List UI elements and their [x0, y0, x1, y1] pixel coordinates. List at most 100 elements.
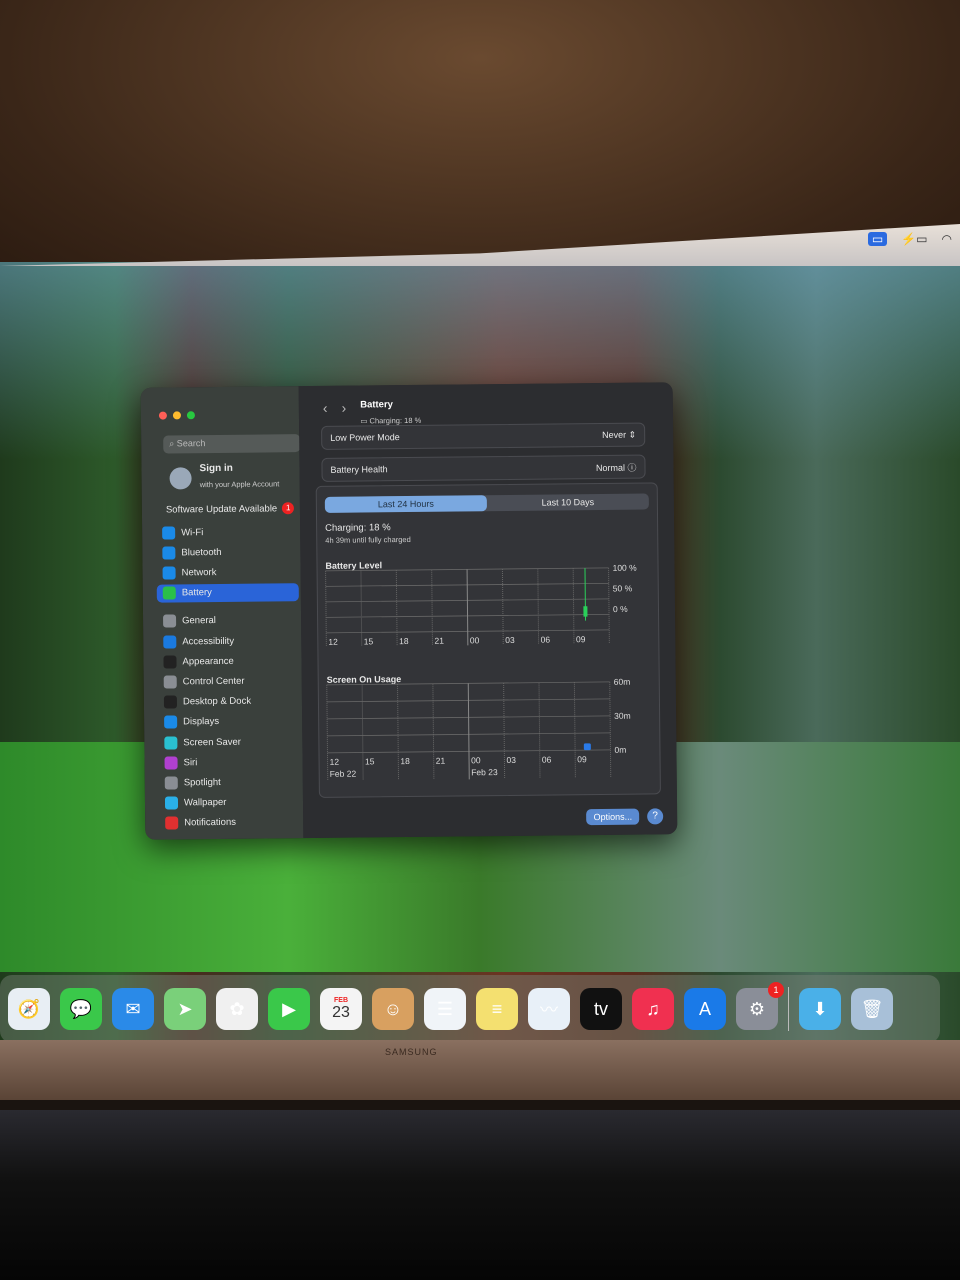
x-tick-label: 00: [470, 635, 480, 645]
tab-last-24-hours[interactable]: Last 24 Hours: [324, 495, 487, 513]
vertical-gridline: [431, 569, 433, 646]
battery-charging-icon[interactable]: ⚡▭: [901, 232, 927, 246]
sidebar-item-general[interactable]: General: [157, 611, 299, 630]
gear-icon: [163, 614, 177, 628]
sidebar-item-label: Appearance: [182, 655, 234, 668]
sidebar-item-accessibility[interactable]: Accessibility: [157, 631, 299, 650]
dock-maps[interactable]: ➤: [164, 988, 206, 1030]
signin-subtitle: with your Apple Account: [199, 479, 280, 490]
dock-downloads[interactable]: ⬇: [799, 988, 841, 1030]
app-store-icon: A: [698, 998, 711, 1019]
battery-charging-icon: ▭: [360, 416, 370, 426]
safari-icon: 🧭: [17, 998, 41, 1019]
x-tick-label: 03: [506, 755, 516, 765]
screen-mirroring-icon[interactable]: ▭: [867, 232, 888, 246]
sidebar-item-label: Accessibility: [182, 635, 235, 647]
forward-button[interactable]: ›: [341, 400, 346, 416]
sidebar-item-displays[interactable]: Displays: [158, 712, 300, 731]
dock-calendar[interactable]: FEB 23: [320, 988, 362, 1030]
dock-photos[interactable]: ✿: [216, 988, 258, 1030]
sidebar-item-wallpaper[interactable]: Wallpaper: [159, 793, 301, 812]
reminders-icon: ☰: [436, 998, 454, 1019]
dock-trash[interactable]: 🗑: [851, 988, 893, 1030]
desk: [0, 1110, 960, 1280]
low-power-value: Never: [602, 429, 627, 440]
y-tick-label: 30m: [614, 711, 631, 721]
dock-mail[interactable]: ✉: [112, 988, 154, 1030]
tab-last-10-days[interactable]: Last 10 Days: [487, 493, 649, 511]
x-tick-label: 18: [400, 756, 410, 766]
dock-contacts[interactable]: ☺: [372, 988, 414, 1030]
screen-usage-bar[interactable]: [583, 743, 591, 751]
sidebar-item-network[interactable]: Network: [156, 563, 298, 582]
minimize-button[interactable]: [172, 411, 181, 420]
sidebar-item-wi-fi[interactable]: Wi-Fi: [156, 522, 298, 541]
help-button[interactable]: ?: [647, 808, 664, 825]
x-tick-label: 12: [330, 757, 340, 767]
wifi-icon[interactable]: ◠: [942, 232, 952, 246]
sidebar-item-label: Control Center: [182, 675, 245, 688]
sidebar-item-control-center[interactable]: Control Center: [158, 672, 300, 691]
sidebar-item-label: Network: [181, 566, 217, 579]
dock-facetime[interactable]: ▶: [268, 988, 310, 1030]
dock-apple-tv[interactable]: tv: [580, 988, 622, 1030]
software-update-item[interactable]: Software Update Available 1: [166, 502, 295, 515]
vertical-gridline: [360, 570, 363, 647]
photos-icon: ✿: [229, 998, 245, 1019]
screen-saver-icon: [164, 735, 178, 750]
battery-level-bar[interactable]: [583, 606, 588, 617]
options-button[interactable]: Options...: [586, 808, 640, 826]
x-tick-label: 18: [399, 636, 409, 646]
apple-account-signin[interactable]: Sign in with your Apple Account: [169, 462, 279, 492]
sidebar-item-label: Screen Saver: [183, 736, 241, 748]
search-input[interactable]: ⌕ Search: [163, 434, 301, 454]
dock-music[interactable]: ♫: [632, 988, 674, 1030]
x-tick-label: 09: [576, 634, 586, 644]
vertical-gridline: [395, 570, 398, 647]
dock-safari[interactable]: 🧭: [8, 988, 50, 1030]
sidebar-item-bluetooth[interactable]: Bluetooth: [156, 542, 298, 561]
back-button[interactable]: ‹: [323, 400, 328, 416]
x-tick-label: 03: [505, 635, 515, 645]
dock-messages[interactable]: 💬: [60, 988, 102, 1030]
dock-system-settings[interactable]: ⚙ 1: [736, 982, 784, 1030]
window-controls: [158, 411, 195, 420]
globe-icon: [162, 566, 176, 580]
info-icon[interactable]: ⓘ: [627, 462, 636, 472]
vertical-gridline: [573, 682, 576, 779]
charging-status: Charging: 18 %: [325, 522, 391, 534]
sun-icon: [164, 715, 178, 729]
sidebar-item-siri[interactable]: Siri: [158, 752, 300, 771]
vertical-gridline: [572, 568, 575, 645]
dock-app-store[interactable]: A: [684, 988, 726, 1030]
dock-reminders[interactable]: ☰: [424, 988, 466, 1030]
vertical-gridline: [609, 681, 612, 778]
accessibility-icon: [163, 634, 177, 649]
zoom-button[interactable]: [186, 411, 195, 420]
sidebar-item-appearance[interactable]: Appearance: [157, 651, 299, 670]
vertical-gridline: [537, 568, 540, 645]
x-tick-label: 00: [471, 755, 481, 765]
avatar: [169, 466, 192, 489]
y-tick-label: 0 %: [613, 604, 628, 614]
search-placeholder: Search: [176, 438, 206, 449]
sidebar-item-label: Displays: [183, 716, 220, 728]
x-tick-label: 21: [436, 756, 446, 766]
maps-icon: ➤: [177, 998, 193, 1019]
sidebar: ⌕ Search Sign in with your Apple Account …: [140, 386, 304, 840]
dock-notes[interactable]: ≡: [476, 988, 518, 1030]
dock: 🧭 💬 ✉ ➤ ✿ ▶ FEB 23 ☺ ☰ ≡ 〰 tv ♫ A ⚙ 1 ⬇ 🗑: [0, 975, 940, 1043]
low-power-select[interactable]: Never ⇕: [602, 429, 636, 440]
dock-freeform[interactable]: 〰: [528, 988, 570, 1030]
date-label: Feb 22: [330, 769, 357, 779]
sidebar-item-battery[interactable]: Battery: [156, 582, 299, 603]
signin-title: Sign in: [199, 462, 233, 475]
sidebar-item-label: Siri: [183, 756, 198, 769]
notification-badge: 1: [768, 982, 784, 998]
sidebar-item-spotlight[interactable]: Spotlight: [159, 773, 301, 792]
sidebar-item-screen-saver[interactable]: Screen Saver: [158, 732, 300, 751]
close-button[interactable]: [158, 411, 167, 420]
battery-health-row: Battery Health Normal ⓘ: [321, 454, 646, 482]
sidebar-item-desktop-dock[interactable]: Desktop & Dock: [158, 692, 300, 711]
sidebar-item-notifications[interactable]: Notifications: [159, 813, 301, 832]
